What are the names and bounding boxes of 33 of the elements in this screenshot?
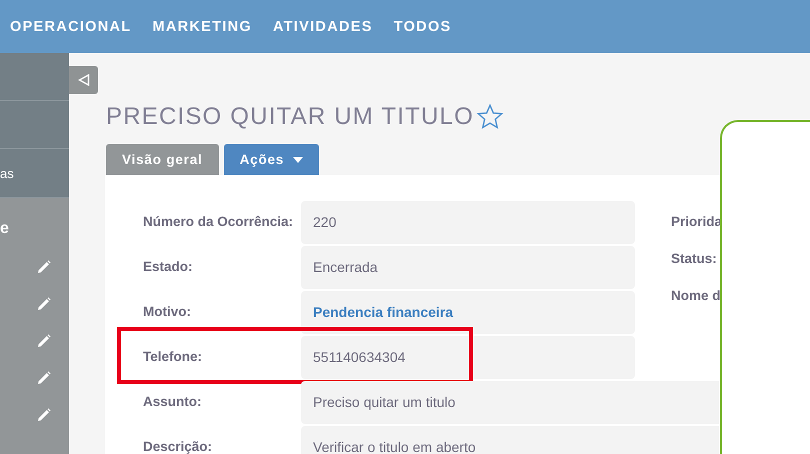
field-value: Verificar o titulo em aberto [301,426,719,454]
field-label: Status: [671,251,718,266]
field-label: Estado: [143,258,194,276]
sidebar-section-label: e [0,219,9,239]
field-label: Priorida [671,214,722,229]
field-label: Nome d [671,288,722,303]
value-text: Encerrada [313,259,378,275]
nav-link[interactable]: TODOS [394,18,452,34]
actions-dropdown-button[interactable]: Ações [224,144,320,175]
field-label: Telefone: [143,348,204,366]
page-title: PRECISO QUITAR UM TITULO [106,103,474,131]
pencil-icon[interactable] [37,408,51,422]
field-value: Preciso quitar um titulo [301,381,719,424]
value-link[interactable]: Pendencia financeira [313,304,454,320]
pencil-icon[interactable] [37,334,51,348]
pencil-icon[interactable] [37,370,51,384]
pencil-icon[interactable] [37,296,51,310]
nav-link[interactable]: MARKETING [152,18,252,34]
star-icon[interactable] [476,103,504,131]
field-label: Assunto: [143,393,202,411]
field-label: Descrição: [143,438,214,454]
nav-link[interactable]: ATIVIDADES [272,18,373,34]
value-text: 551140634304 [313,349,406,365]
nav-link[interactable]: OPERACIONAL [10,18,132,34]
field-label: Motivo: [143,303,192,321]
triangle-left-icon [78,74,90,86]
collapse-sidebar-button[interactable] [69,66,98,94]
pencil-icon[interactable] [37,260,51,274]
value-text: 220 [313,214,336,230]
caret-icon [293,156,304,162]
tab[interactable]: Visão geral [106,144,219,175]
field-label: Número da Ocorrência: [143,213,294,231]
sidebar-item[interactable]: as [0,149,69,198]
